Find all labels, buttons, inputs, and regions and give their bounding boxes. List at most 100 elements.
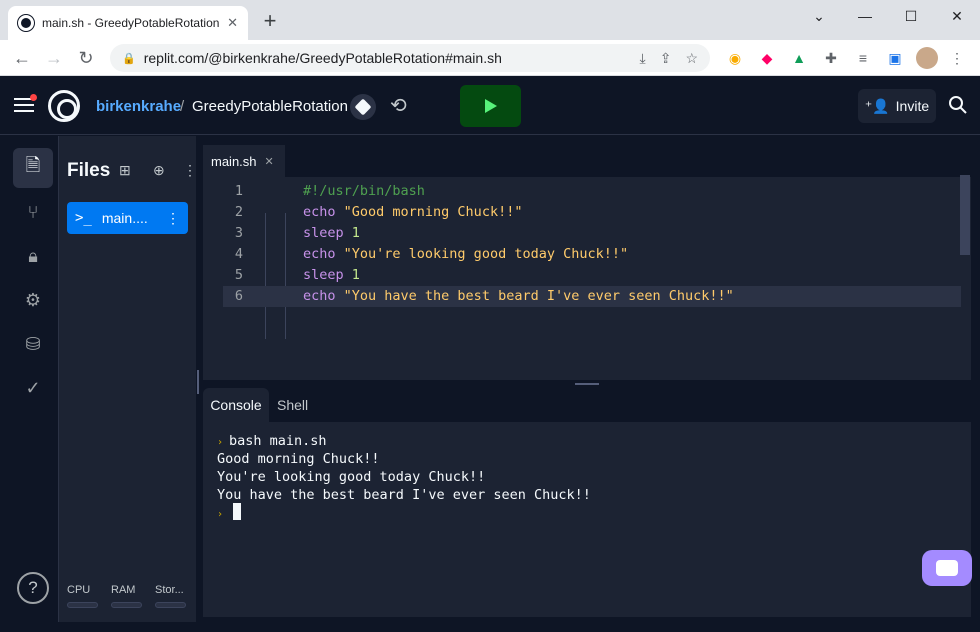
storage-label: Stor... [155, 584, 184, 596]
console-command: bash main.sh [229, 433, 327, 449]
repl-owner-link[interactable]: birkenkrahe [96, 98, 181, 115]
code-token: 1 [343, 225, 360, 241]
code-line[interactable]: 5 sleep 1 [223, 265, 961, 286]
close-window-button[interactable]: ✕ [934, 0, 980, 32]
share-icon[interactable]: ⇪ [660, 50, 672, 67]
editor-console-resize-handle[interactable] [575, 383, 599, 385]
line-number: 6 [234, 288, 243, 304]
code-token: "You're looking good today Chuck!!" [335, 246, 629, 262]
notification-dot [30, 94, 37, 101]
tab-search-chevron-icon[interactable]: ⌄ [796, 0, 842, 32]
cpu-meter [67, 602, 98, 608]
lightbulb-extension-icon[interactable]: ◉ [726, 49, 744, 67]
files-more-icon[interactable]: ⋮ [183, 162, 197, 179]
browser-tab[interactable]: main.sh - GreedyPotableRotation ✕ [8, 6, 248, 40]
browser-toolbar: ← → ↻ 🔒 replit.com/@birkenkrahe/GreedyPo… [0, 40, 980, 76]
editor-tab-label: main.sh [211, 153, 257, 169]
chat-bubble-button[interactable] [922, 550, 972, 586]
editor-tab-main-sh[interactable]: main.sh ✕ [203, 145, 285, 177]
tool-rail: 🗎 ⑂ 🔒︎ ⚙ ⛁ ✓ ? [0, 136, 58, 622]
forward-arrow-icon[interactable]: → [42, 46, 66, 70]
console-output[interactable]: › bash main.sh Good morning Chuck!! You'r… [203, 422, 971, 617]
prompt-chevron-icon: › [217, 437, 224, 448]
lock-icon: 🔒 [122, 52, 136, 65]
language-bash-icon[interactable] [350, 94, 376, 120]
tab-console[interactable]: Console [203, 388, 269, 422]
code-line[interactable]: 4 echo "You're looking good today Chuck!!… [223, 244, 961, 265]
checkmark-icon[interactable]: ✓ [13, 368, 53, 408]
drive-icon[interactable]: ▲ [790, 49, 808, 67]
reload-icon[interactable]: ↻ [74, 46, 98, 70]
address-bar[interactable]: 🔒 replit.com/@birkenkrahe/GreedyPotableR… [110, 44, 710, 72]
code-line[interactable]: 1 #!/usr/bin/bash [223, 181, 961, 202]
file-more-icon[interactable]: ⋮ [166, 210, 180, 227]
code-area[interactable]: 1 #!/usr/bin/bash 2 echo "Good morning Chuc… [203, 177, 971, 380]
new-tab-button[interactable]: + [258, 8, 282, 34]
cpu-label: CPU [67, 584, 91, 596]
browser-menu-icon[interactable]: ⋮ [948, 49, 966, 67]
line-number: 2 [234, 204, 243, 220]
url-text[interactable]: replit.com/@birkenkrahe/GreedyPotableRot… [144, 50, 626, 66]
code-line[interactable]: 6 echo "You have the best beard I've ever… [223, 286, 961, 307]
secrets-lock-icon[interactable]: 🔒︎ [13, 236, 53, 276]
code-token: "You have the best beard I've ever seen … [335, 288, 734, 304]
new-folder-icon[interactable]: ⊕ [153, 162, 165, 179]
close-tab-icon[interactable]: ✕ [227, 15, 238, 31]
console-command-line: › bash main.sh [217, 432, 327, 450]
add-user-icon: ⁺👤 [864, 97, 890, 114]
code-line[interactable]: 3 sleep 1 [223, 223, 961, 244]
sidepanel-icon[interactable]: ▣ [886, 49, 904, 67]
file-item-main-sh[interactable]: >_ main.... ⋮ [67, 202, 188, 234]
replit-header: birkenkrahe / GreedyPotableRotation ⟲ ⁺👤… [0, 77, 980, 135]
repl-name[interactable]: GreedyPotableRotation [192, 98, 348, 115]
bookmark-star-icon[interactable]: ☆ [685, 50, 698, 67]
extensions-puzzle-icon[interactable]: ✚ [822, 49, 840, 67]
profile-avatar[interactable] [916, 47, 938, 69]
settings-gear-icon[interactable]: ⚙ [13, 280, 53, 320]
run-button[interactable] [460, 85, 521, 127]
line-number: 3 [234, 225, 243, 241]
line-number: 4 [234, 246, 243, 262]
breadcrumb-separator: / [180, 98, 185, 115]
maximize-button[interactable]: ☐ [888, 0, 934, 32]
invite-button[interactable]: ⁺👤 Invite [858, 89, 936, 123]
code-token: echo [303, 288, 336, 304]
code-token: echo [303, 246, 336, 262]
close-editor-tab-icon[interactable]: ✕ [265, 155, 274, 168]
chat-icon [936, 560, 958, 576]
invite-label: Invite [895, 98, 930, 114]
replit-favicon-icon [18, 15, 34, 31]
code-token: "Good morning Chuck!!" [335, 204, 523, 220]
code-token: echo [303, 204, 336, 220]
back-arrow-icon[interactable]: ← [10, 46, 34, 70]
search-icon[interactable] [948, 95, 968, 115]
console-output-line: You're looking good today Chuck!! [217, 469, 486, 485]
new-file-icon[interactable]: ⊞ [119, 162, 131, 179]
ram-label: RAM [111, 584, 136, 596]
media-queue-icon[interactable]: ≡ [854, 49, 872, 67]
help-question-icon[interactable]: ? [17, 572, 49, 604]
history-icon[interactable]: ⟲ [390, 93, 407, 118]
editor-scrollbar[interactable] [960, 175, 970, 255]
files-tool-icon[interactable]: 🗎 [13, 148, 53, 188]
minimize-button[interactable]: — [842, 0, 888, 32]
terminal-file-icon: >_ [75, 210, 92, 226]
pane-resize-handle[interactable] [197, 370, 199, 394]
code-token: 1 [343, 267, 360, 283]
tab-shell[interactable]: Shell [277, 397, 308, 413]
install-app-icon[interactable]: ⤓ [640, 50, 646, 67]
code-token: sleep [303, 225, 344, 241]
git-branch-icon[interactable]: ⑂ [13, 192, 53, 232]
replit-logo-icon[interactable] [48, 90, 80, 122]
browser-tabstrip: main.sh - GreedyPotableRotation ✕ + ⌄ — … [0, 0, 980, 40]
console-prompt-line: › [217, 504, 229, 522]
code-line[interactable]: 2 echo "Good morning Chuck!!" [223, 202, 961, 223]
storage-meter [155, 602, 186, 608]
database-icon[interactable]: ⛁ [13, 324, 53, 364]
extension-red-icon[interactable]: ◆ [758, 49, 776, 67]
editor-tabbar [203, 145, 971, 177]
console-tabbar: Console Shell [203, 388, 971, 422]
code-token: sleep [303, 267, 344, 283]
files-title: Files [67, 160, 111, 181]
console-output-line: You have the best beard I've ever seen C… [217, 487, 591, 503]
